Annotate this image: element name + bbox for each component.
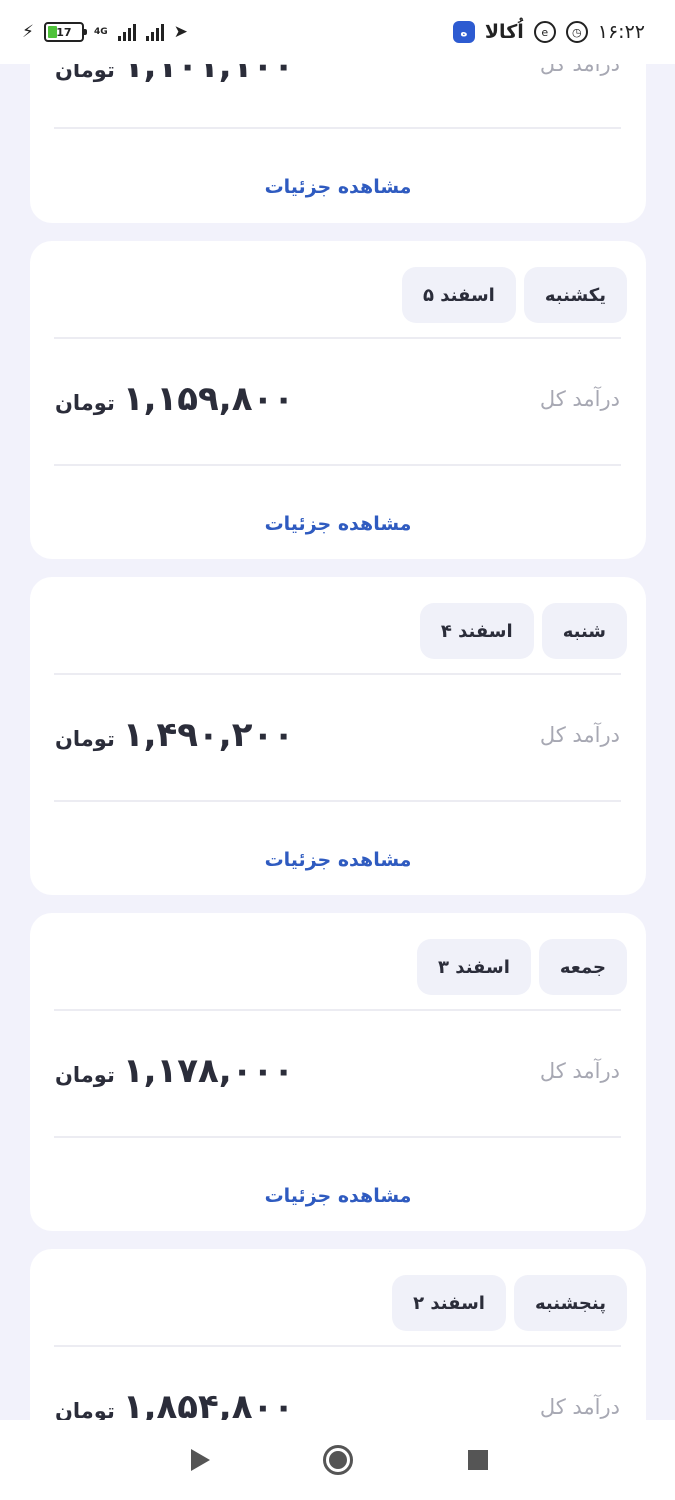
day-chip: پنجشنبه [513,1275,627,1331]
amount-value: ۱,۱۵۹,۸۰۰ [122,379,294,419]
date-chips: جمعه ۳ اسفند [417,939,627,995]
income-label: درآمد کل [539,1059,620,1083]
back-button[interactable] [184,1444,216,1476]
divider [54,800,621,802]
location-icon: ➤ [173,22,188,42]
date-chip: ۳ اسفند [417,939,531,995]
home-button[interactable] [322,1444,354,1476]
income-card: شنبه ۴ اسفند درآمد کل تومان ۱,۴۹۰,۲۰۰ مش… [30,577,646,895]
home-icon [323,1445,353,1475]
view-details-link[interactable]: مشاهده جزئیات [30,1185,646,1207]
date-chips: یکشنبه ۵ اسفند [402,267,627,323]
income-amount: تومان ۱,۴۹۰,۲۰۰ [55,715,294,755]
divider [54,1136,621,1138]
day-chip: یکشنبه [523,267,627,323]
divider [54,337,621,339]
date-chip: ۲ اسفند [392,1275,506,1331]
divider [54,1345,621,1347]
alarm-icon: ◷ [565,21,588,43]
income-card: یکشنبه ۵ اسفند درآمد کل تومان ۱,۱۵۹,۸۰۰ … [30,241,646,559]
back-icon [190,1449,210,1471]
date-chips: پنجشنبه ۲ اسفند [392,1275,627,1331]
income-label: درآمد کل [539,1395,620,1419]
status-time: ۱۶:۲۲ [597,21,645,43]
amount-value: ۱,۱۷۸,۰۰۰ [122,1051,294,1091]
app-logo-icon: ه [452,21,475,43]
day-chip: جمعه [538,939,627,995]
status-bar: ⚡ 17 4G ➤ ه اُکالا e ◷ ۱۶:۲۲ [0,0,675,64]
day-chip: شنبه [541,603,627,659]
charging-icon: ⚡ [22,22,34,42]
view-details-link[interactable]: مشاهده جزئیات [30,513,646,535]
signal-icon-2 [145,23,164,41]
income-amount: تومان ۱,۱۵۹,۸۰۰ [55,379,294,419]
currency-label: تومان [55,1063,115,1087]
income-card: جمعه ۳ اسفند درآمد کل تومان ۱,۱۷۸,۰۰۰ مش… [30,913,646,1231]
amount-value: ۱,۴۹۰,۲۰۰ [122,715,294,755]
date-chip: ۵ اسفند [402,267,516,323]
view-details-link[interactable]: مشاهده جزئیات [30,176,646,198]
currency-label: تومان [55,727,115,751]
divider [54,673,621,675]
income-label: درآمد کل [539,723,620,747]
app-notification-icon: e [533,21,556,43]
recents-icon [468,1450,488,1470]
status-icons-right: ه اُکالا e ◷ ۱۶:۲۲ [452,21,645,43]
divider [54,127,621,129]
income-amount: تومان ۱,۱۷۸,۰۰۰ [55,1051,294,1091]
network-type: 4G [93,26,108,37]
view-details-link[interactable]: مشاهده جزئیات [30,849,646,871]
battery-level: 17 [56,25,72,39]
divider [54,1009,621,1011]
recents-button[interactable] [462,1444,494,1476]
signal-icon [117,23,136,41]
status-icons-left: ⚡ 17 4G ➤ [22,22,188,42]
currency-label: تومان [55,391,115,415]
battery-icon: 17 [43,22,87,42]
navigation-bar [0,1420,675,1500]
divider [54,464,621,466]
app-name: اُکالا [484,21,524,43]
income-label: درآمد کل [539,387,620,411]
date-chip: ۴ اسفند [419,603,534,659]
date-chips: شنبه ۴ اسفند [419,603,627,659]
